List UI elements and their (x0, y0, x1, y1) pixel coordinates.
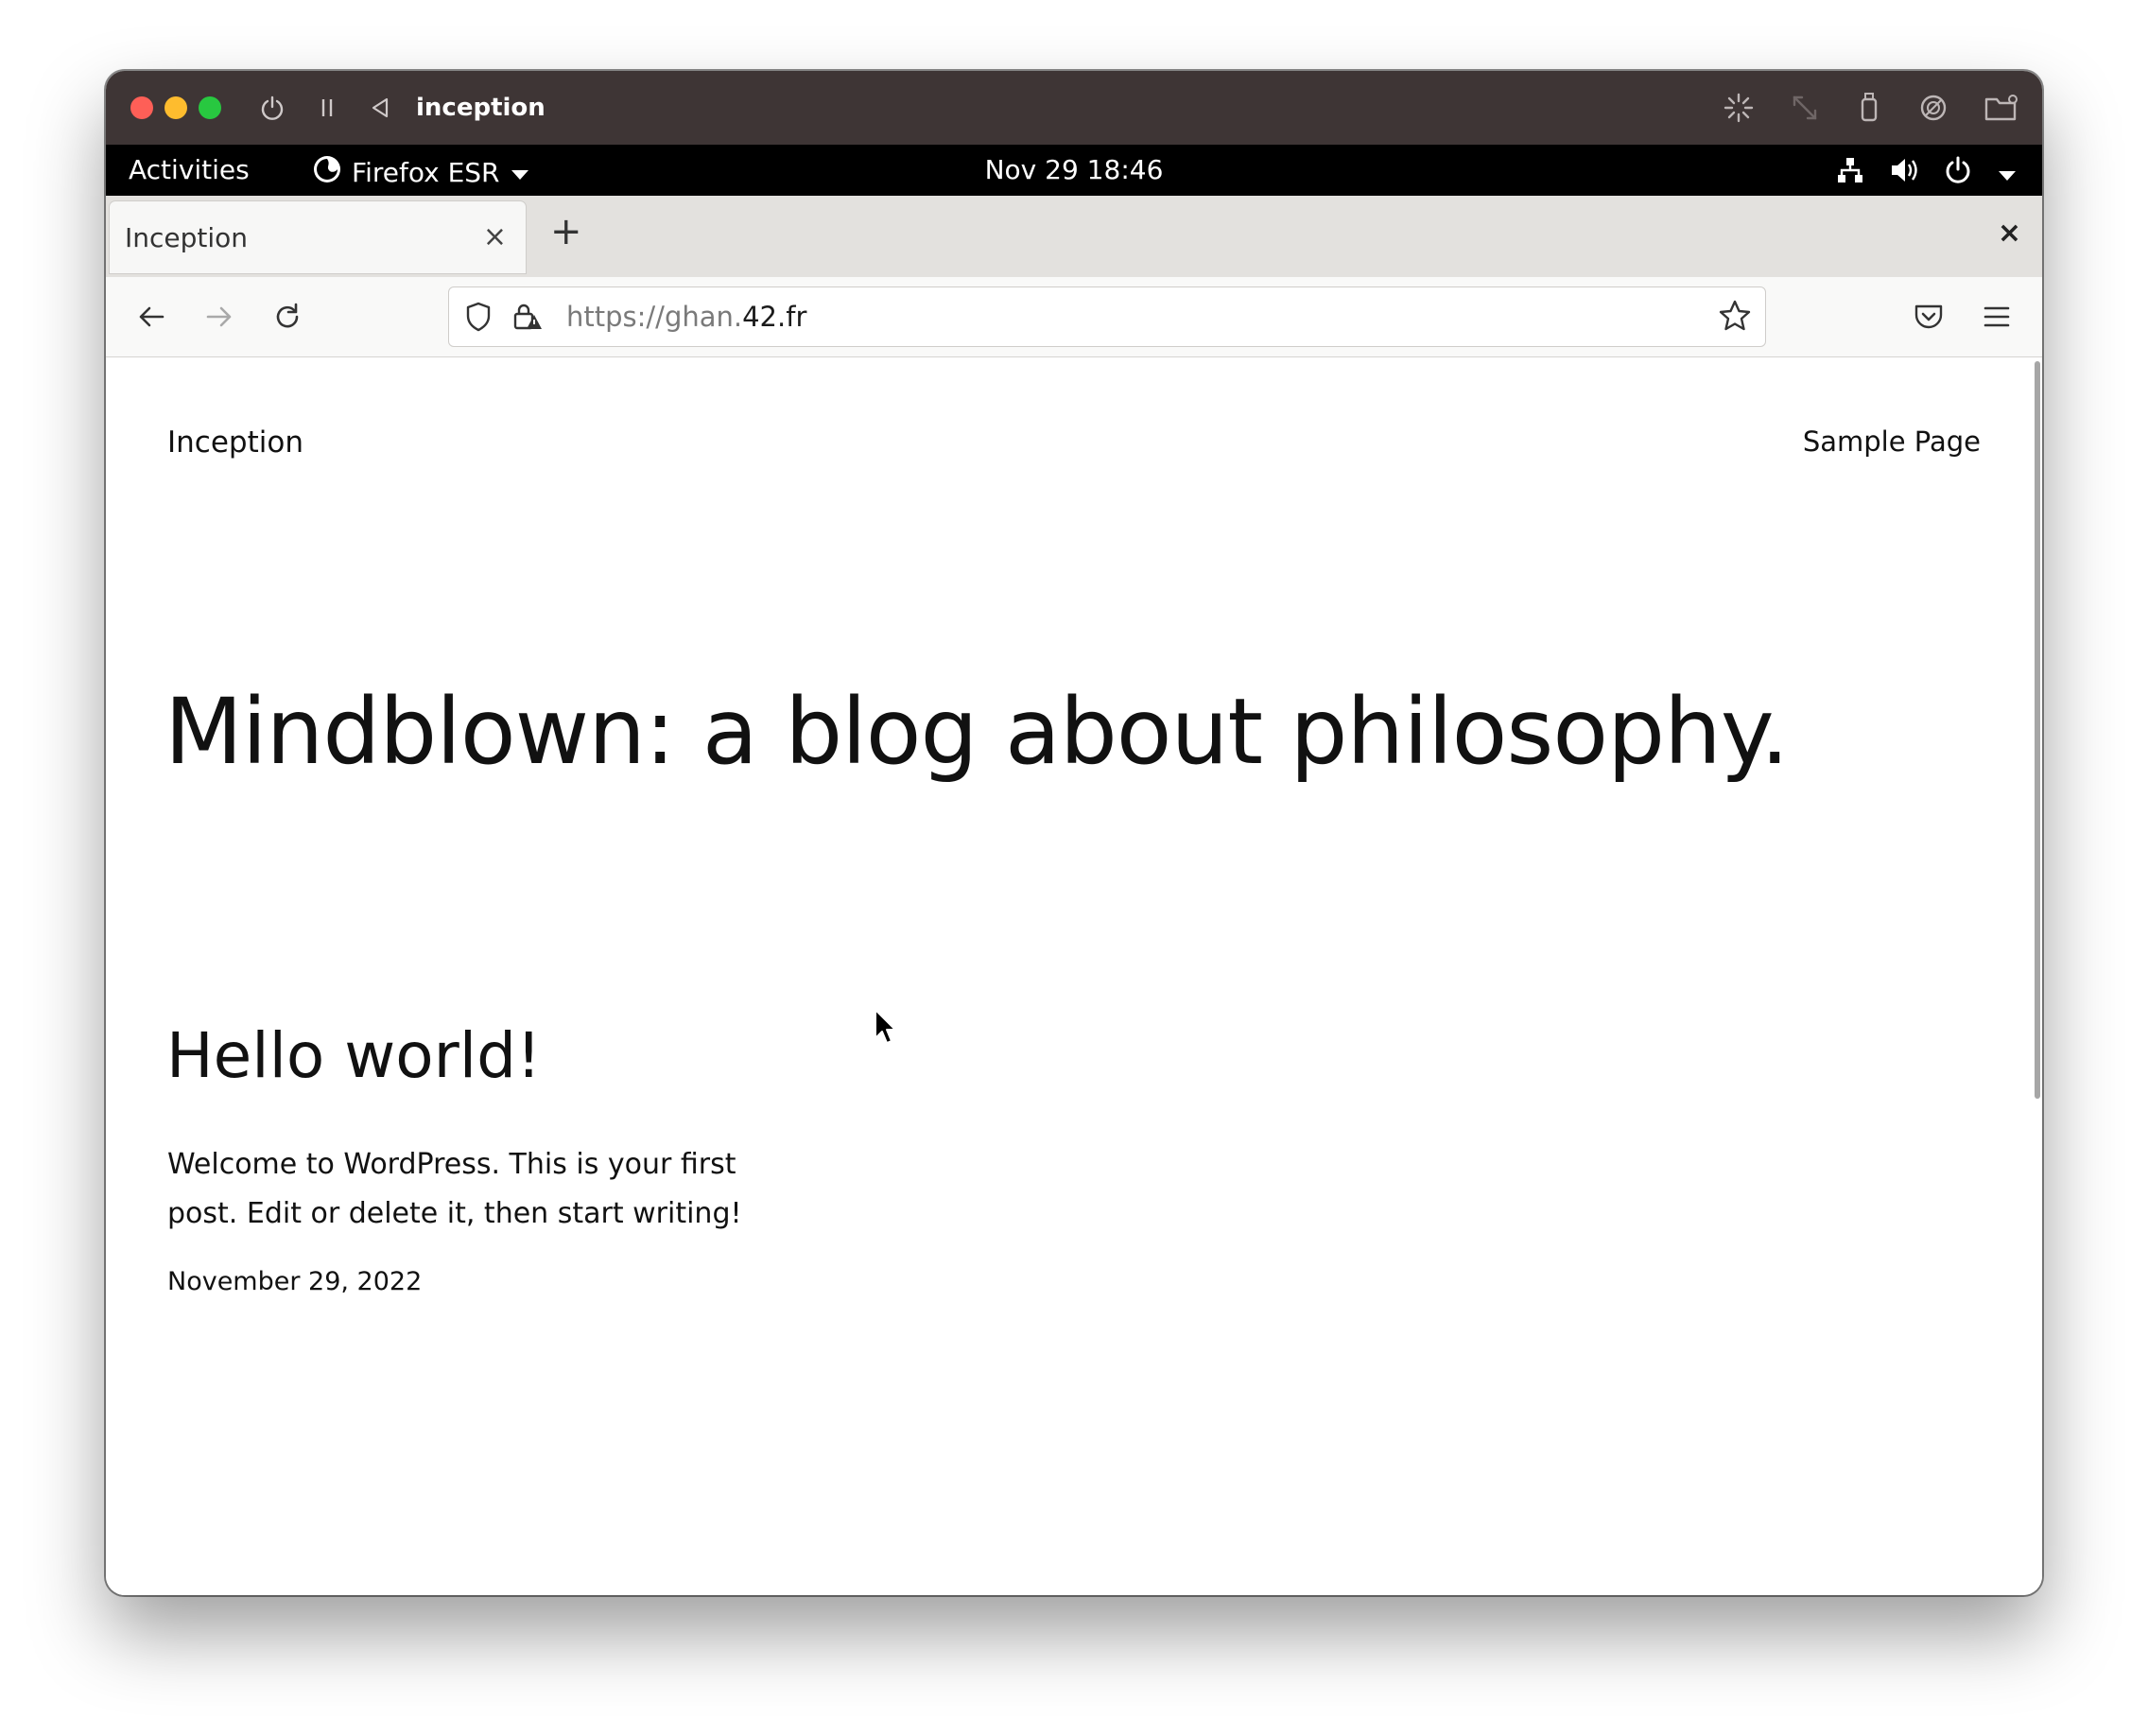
menu-icon[interactable] (1980, 300, 2014, 338)
close-window-button[interactable] (130, 96, 153, 119)
minimize-window-button[interactable] (165, 96, 187, 119)
usb-icon[interactable] (1855, 92, 1883, 124)
browser-close-button[interactable]: × (1998, 217, 2021, 250)
system-tray[interactable] (1836, 156, 2018, 191)
forward-button[interactable] (202, 300, 236, 338)
tab-inception[interactable]: Inception × (110, 201, 526, 273)
scrollbar[interactable] (2035, 361, 2040, 1099)
network-icon (1836, 156, 1864, 191)
new-tab-button[interactable]: + (550, 213, 582, 251)
star-icon[interactable] (1718, 299, 1752, 337)
url-bar[interactable]: https://ghan.42.fr (448, 286, 1766, 347)
site-title[interactable]: Inception (167, 425, 303, 460)
resize-icon[interactable] (1789, 92, 1821, 124)
page-content: Inception Sample Page Mindblown: a blog … (106, 357, 2042, 1595)
nav-toolbar: https://ghan.42.fr (106, 277, 2042, 357)
vm-title: inception (416, 94, 546, 122)
tab-title: Inception (125, 222, 249, 253)
zoom-window-button[interactable] (199, 96, 221, 119)
vm-titlebar: inception (106, 71, 2042, 145)
url-text[interactable]: https://ghan.42.fr (566, 301, 806, 333)
tab-bar: Inception × + × (106, 196, 2042, 277)
post-date[interactable]: November 29, 2022 (167, 1267, 422, 1296)
pocket-icon[interactable] (1912, 300, 1946, 338)
brightness-icon[interactable] (1723, 92, 1755, 124)
nav-link-sample-page[interactable]: Sample Page (1803, 425, 1981, 458)
back-button[interactable] (134, 300, 168, 338)
tab-close-button[interactable]: × (483, 220, 507, 253)
post-title[interactable]: Hello world! (166, 1019, 541, 1092)
url-prefix: https://ghan. (566, 301, 743, 333)
traffic-lights (130, 96, 221, 119)
volume-icon (1889, 156, 1919, 191)
pause-icon[interactable] (318, 95, 337, 120)
url-host: 42.fr (742, 301, 807, 333)
back-triangle-icon[interactable] (369, 95, 391, 120)
power-icon[interactable] (259, 95, 286, 121)
vm-window: inception Activities Firefox ESR Nov 29 … (106, 71, 2042, 1595)
clock[interactable]: Nov 29 18:46 (106, 154, 2042, 185)
dropdown-icon (1997, 158, 2018, 189)
gnome-top-bar: Activities Firefox ESR Nov 29 18:46 (106, 145, 2042, 196)
fingerprint-icon[interactable] (1917, 92, 1949, 124)
hero-heading: Mindblown: a blog about philosophy. (165, 679, 1790, 785)
shield-icon[interactable] (462, 301, 494, 337)
power-icon (1944, 156, 1972, 191)
reload-button[interactable] (270, 300, 304, 338)
lock-warning-icon[interactable] (511, 301, 544, 337)
folder-icon[interactable] (1983, 92, 2019, 124)
mouse-cursor-icon (874, 1008, 898, 1050)
post-excerpt: Welcome to WordPress. This is your first… (167, 1148, 742, 1230)
